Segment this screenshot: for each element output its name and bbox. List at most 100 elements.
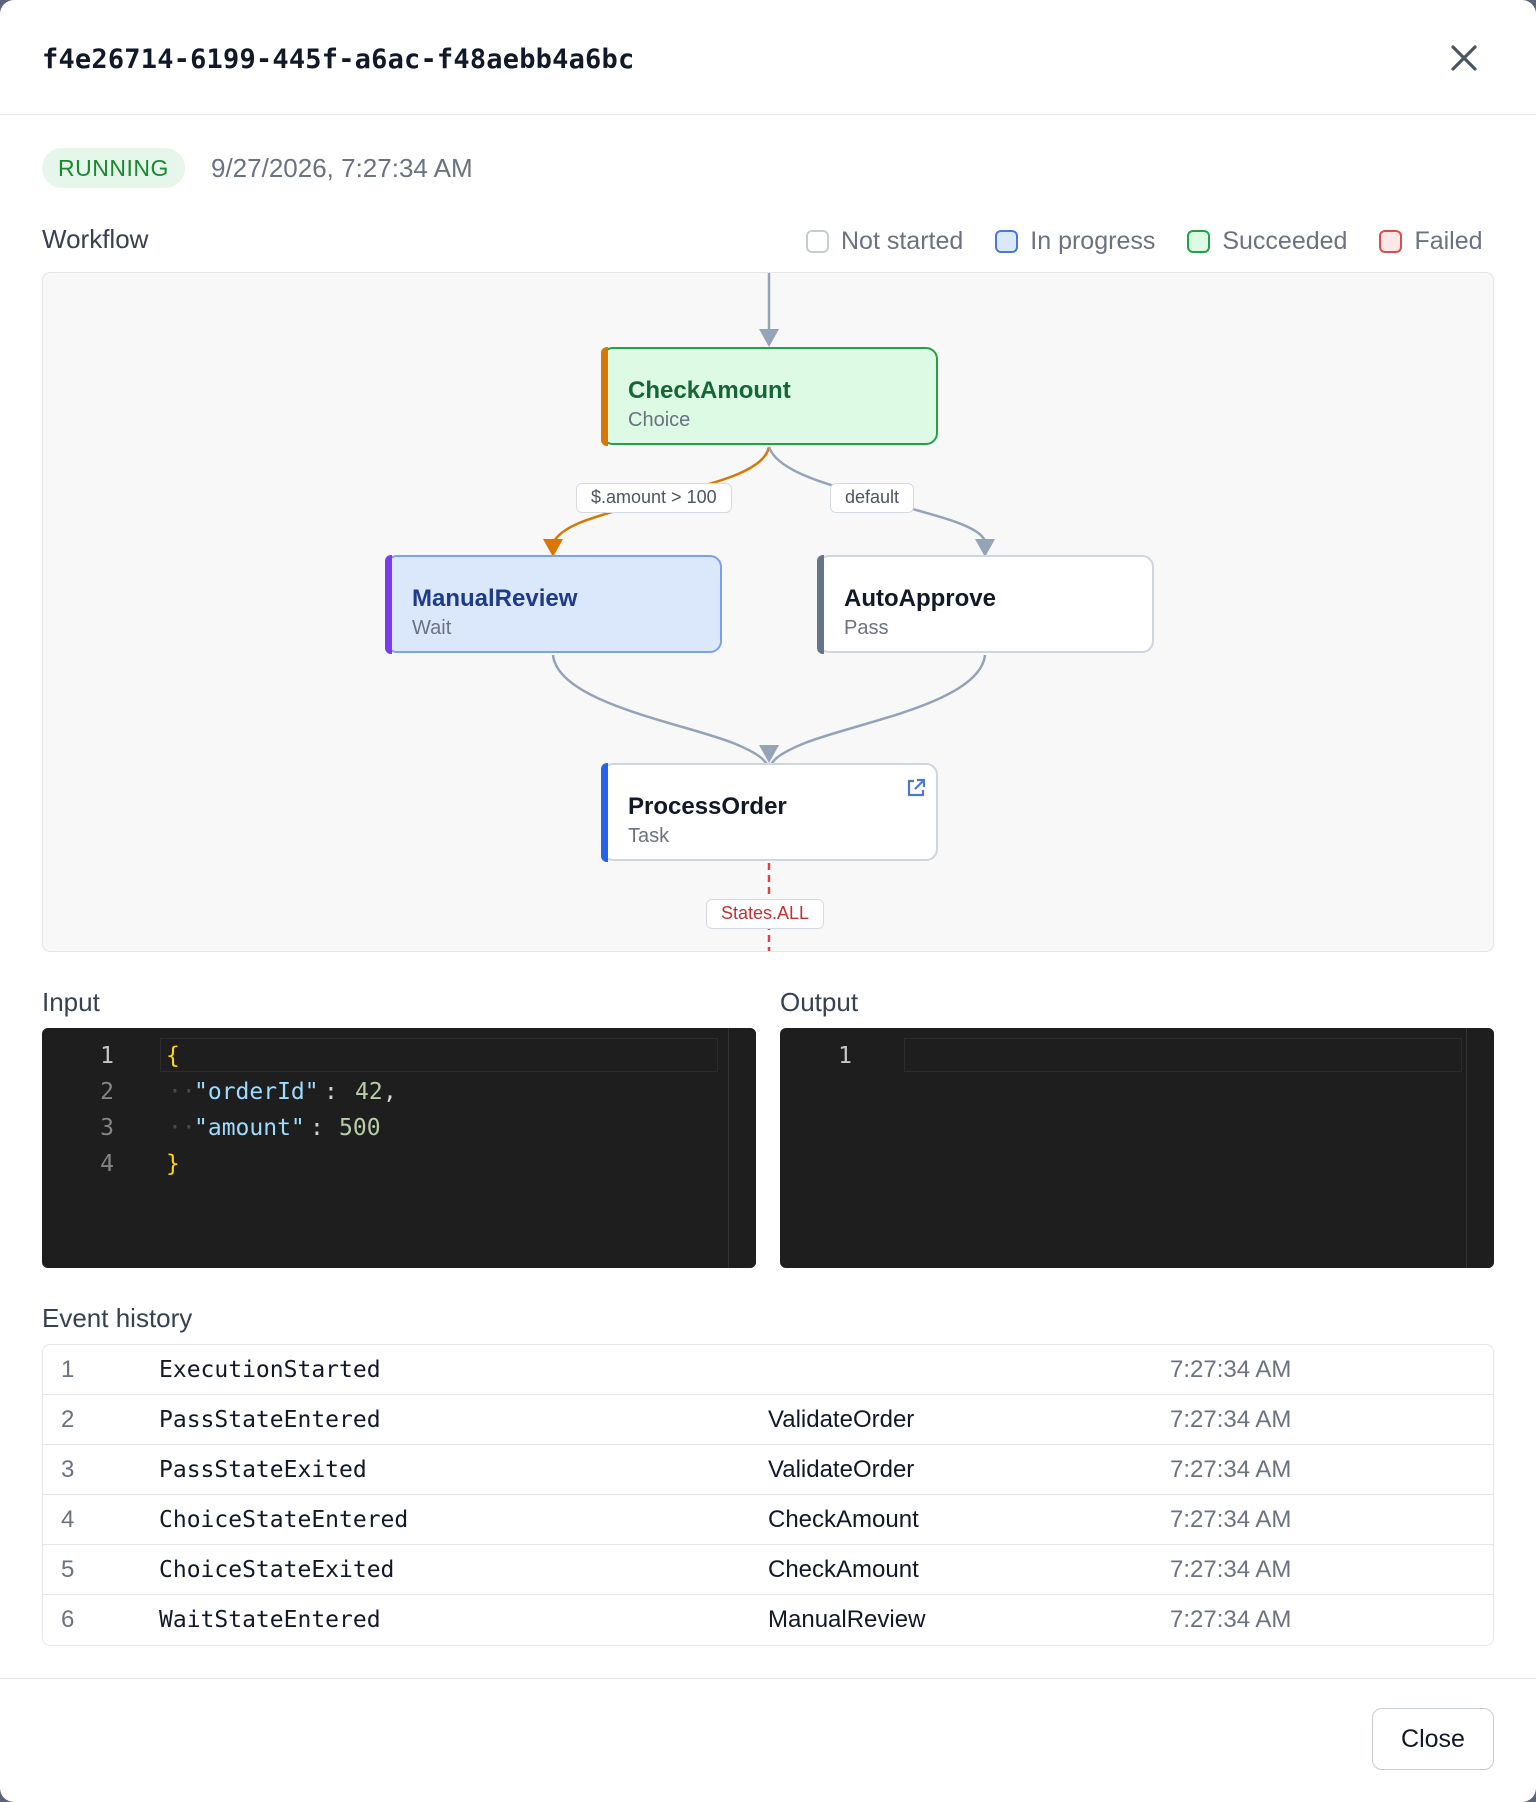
legend-swatch <box>995 229 1019 253</box>
legend-failed: Failed <box>1379 226 1483 256</box>
code-token: , <box>383 1079 397 1105</box>
event-state: CheckAmount <box>768 1556 919 1583</box>
event-time: 7:27:34 AM <box>1170 1506 1292 1533</box>
output-editor[interactable]: 1 <box>780 1028 1494 1268</box>
table-row[interactable]: 6 WaitStateEntered ManualReview 7:27:34 … <box>43 1595 1493 1645</box>
event-time: 7:27:34 AM <box>1170 1356 1292 1383</box>
node-type: Wait <box>412 617 452 639</box>
node-check-amount[interactable]: CheckAmount Choice <box>600 346 938 446</box>
node-name: ManualReview <box>412 585 578 612</box>
legend-succeeded: Succeeded <box>1187 227 1347 256</box>
indent-guide: ·· <box>168 1115 196 1141</box>
event-type: ChoiceStateExited <box>159 1557 395 1583</box>
event-number: 2 <box>61 1406 75 1433</box>
execution-id-title: f4e26714-6199-445f-a6ac-f48aebb4a6bc <box>42 44 635 75</box>
event-type: PassStateEntered <box>159 1407 381 1433</box>
external-link-icon[interactable] <box>905 777 927 799</box>
code-token: : <box>324 1079 352 1105</box>
code-token: "amount" <box>194 1115 305 1141</box>
event-number: 3 <box>61 1456 75 1483</box>
node-type: Choice <box>628 409 691 431</box>
editor-scrollbar[interactable] <box>728 1028 756 1268</box>
code-token: 42 <box>355 1079 383 1105</box>
workflow-section-label: Workflow <box>42 224 149 254</box>
input-editor[interactable]: 1 { 2 ·· "orderId" : 42 , 3 ·· "amount" … <box>42 1028 756 1268</box>
editor-scrollbar[interactable] <box>1466 1028 1494 1268</box>
code-line: 2 ·· "orderId" : 42 , <box>42 1074 756 1110</box>
line-number: 2 <box>100 1079 114 1105</box>
event-time: 7:27:34 AM <box>1170 1556 1292 1583</box>
node-manual-review[interactable]: ManualReview Wait <box>384 554 722 654</box>
node-type: Task <box>628 825 670 847</box>
process-arrow <box>759 745 779 763</box>
event-history-table: 1 ExecutionStarted 7:27:34 AM 2 PassStat… <box>42 1344 1494 1646</box>
table-row[interactable]: 4 ChoiceStateEntered CheckAmount 7:27:34… <box>43 1495 1493 1545</box>
modal-footer <box>0 1678 1536 1802</box>
table-row[interactable]: 3 PassStateExited ValidateOrder 7:27:34 … <box>43 1445 1493 1495</box>
legend-label: Succeeded <box>1222 226 1348 255</box>
code-token: : <box>310 1115 338 1141</box>
edge-manual-to-process <box>551 654 771 774</box>
code-token: } <box>166 1151 180 1177</box>
legend-label: Not started <box>841 226 964 255</box>
node-name: AutoApprove <box>844 585 996 612</box>
table-row[interactable]: 5 ChoiceStateExited CheckAmount 7:27:34 … <box>43 1545 1493 1595</box>
line-number: 1 <box>100 1043 114 1069</box>
event-number: 5 <box>61 1556 75 1583</box>
table-row[interactable]: 1 ExecutionStarted 7:27:34 AM <box>43 1345 1493 1395</box>
node-auto-approve[interactable]: AutoApprove Pass <box>816 554 1154 654</box>
edge-label-default: default <box>830 483 915 513</box>
node-type: Pass <box>844 617 889 639</box>
code-line: 1 { <box>42 1038 756 1074</box>
line-number: 3 <box>100 1115 114 1141</box>
legend-swatch <box>806 229 829 253</box>
event-number: 4 <box>61 1506 75 1533</box>
code-token: 500 <box>339 1115 381 1141</box>
legend-swatch <box>1187 229 1211 253</box>
event-state: CheckAmount <box>768 1506 919 1533</box>
legend-not-started: Not started <box>806 227 963 256</box>
event-number: 6 <box>61 1606 75 1633</box>
legend-label: Failed <box>1414 226 1483 255</box>
node-process-order[interactable]: ProcessOrder Task <box>600 762 938 862</box>
status-legend: Not started In progress Succeeded Failed <box>806 226 1483 256</box>
code-line: 4 } <box>42 1146 756 1182</box>
legend-swatch <box>1379 229 1403 253</box>
code-line: 1 <box>780 1038 1494 1074</box>
event-state: ValidateOrder <box>768 1456 915 1483</box>
event-time: 7:27:34 AM <box>1170 1456 1292 1483</box>
node-type-accent <box>600 346 608 446</box>
input-section-label: Input <box>42 987 100 1017</box>
legend-in-progress: In progress <box>995 227 1155 256</box>
current-line-highlight <box>160 1038 718 1072</box>
edge-label-catch: States.ALL <box>706 899 825 929</box>
execution-timestamp: 9/27/2026, 7:27:34 AM <box>211 153 473 183</box>
current-line-highlight <box>904 1038 1462 1072</box>
event-state: ManualReview <box>768 1606 926 1633</box>
workflow-canvas[interactable]: CheckAmount Choice ManualReview Wait Aut… <box>42 272 1494 952</box>
code-line: 3 ·· "amount" : 500 <box>42 1110 756 1146</box>
table-row[interactable]: 2 PassStateEntered ValidateOrder 7:27:34… <box>43 1395 1493 1445</box>
event-type: PassStateExited <box>159 1457 367 1483</box>
node-type-accent <box>600 762 608 862</box>
close-icon[interactable] <box>1444 38 1484 78</box>
event-type: WaitStateEntered <box>159 1607 381 1633</box>
edge-auto-to-process <box>767 654 987 774</box>
node-type-accent <box>384 554 392 654</box>
output-section-label: Output <box>780 987 859 1017</box>
event-history-label: Event history <box>42 1303 193 1333</box>
event-state: ValidateOrder <box>768 1406 915 1433</box>
modal-header: f4e26714-6199-445f-a6ac-f48aebb4a6bc <box>0 0 1536 115</box>
event-type: ChoiceStateEntered <box>159 1507 409 1533</box>
close-button[interactable]: Close <box>1372 1708 1494 1770</box>
entry-arrow <box>759 329 779 347</box>
indent-guide: ·· <box>168 1079 196 1105</box>
edge-label-amount-condition: $.amount > 100 <box>576 483 732 513</box>
node-name: CheckAmount <box>628 377 791 404</box>
event-number: 1 <box>61 1356 75 1383</box>
execution-detail-modal: f4e26714-6199-445f-a6ac-f48aebb4a6bc RUN… <box>0 0 1536 1802</box>
line-number: 4 <box>100 1151 114 1177</box>
event-time: 7:27:34 AM <box>1170 1606 1292 1633</box>
status-badge: RUNNING <box>42 148 185 188</box>
event-time: 7:27:34 AM <box>1170 1406 1292 1433</box>
